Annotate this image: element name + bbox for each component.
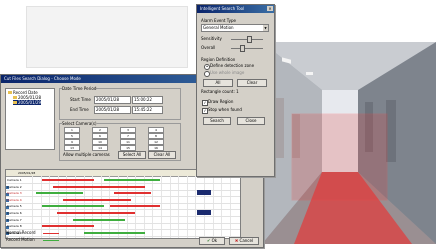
overall-label: Overall <box>201 45 216 50</box>
camera-row-label: Camera 8 <box>7 224 22 229</box>
camera-row-label: Camera 4 <box>7 197 22 202</box>
legend-normal-label: Normal Record <box>6 230 36 235</box>
recording-segment[interactable] <box>114 192 152 195</box>
recording-segment[interactable] <box>62 198 131 201</box>
recording-segment[interactable] <box>110 205 160 208</box>
camera-view <box>262 42 436 244</box>
camera-group-label: Select Camera(s) <box>62 121 97 126</box>
recording-segment[interactable] <box>73 218 125 221</box>
hallway-scene <box>262 42 436 244</box>
close-icon[interactable]: × <box>267 6 273 11</box>
screenshot-frame: Cut Files Search Dialog - Choose Mode × … <box>0 0 438 250</box>
recording-segment[interactable] <box>83 231 146 234</box>
camera-row-label: Camera 2 <box>7 184 22 189</box>
cross-icon: ✖ <box>234 238 239 243</box>
sensitivity-thumb[interactable] <box>246 36 252 43</box>
event-marker[interactable] <box>196 190 211 196</box>
recording-segment[interactable] <box>42 179 94 181</box>
end-time-label: End Time <box>70 107 89 112</box>
recording-segment[interactable] <box>42 225 94 228</box>
region-definition-label: Region Definition <box>201 57 236 62</box>
camera-row-label: Camera 7 <box>7 217 22 222</box>
record-date-tree[interactable]: Record Date 2005/01/28 2005/01/29 <box>5 88 55 150</box>
all-button[interactable]: All <box>203 79 233 87</box>
start-time-label: Start Time <box>70 97 91 102</box>
close-button[interactable]: Close <box>237 117 265 125</box>
recording-segment[interactable] <box>104 179 160 181</box>
camera-checkbox[interactable]: 14 <box>92 145 108 151</box>
sensitivity-label: Sensitivity <box>201 36 222 41</box>
tree-item-date-selected[interactable]: 2005/01/29 <box>13 100 42 105</box>
timeline-row[interactable]: Camera 9 <box>6 230 240 237</box>
folder-icon <box>13 96 17 99</box>
camera-row-label: Camera 6 <box>7 211 22 215</box>
recording-segment[interactable] <box>36 192 84 195</box>
camera-row-label: Camera 3 <box>7 191 22 196</box>
clear-all-button[interactable]: Clear All <box>148 151 176 159</box>
end-date-field[interactable]: 2005/01/28 <box>94 106 131 114</box>
date-time-group-label: Date Time Period <box>62 86 97 91</box>
overall-thumb[interactable] <box>240 45 246 52</box>
recording-segment[interactable] <box>42 205 105 208</box>
select-all-button[interactable]: Select All <box>118 151 146 159</box>
legend-motion-label: Record Motion <box>6 237 35 242</box>
chevron-down-icon[interactable]: ▼ <box>263 25 268 31</box>
rectangle-count: Rectangle count: 1 <box>201 89 239 94</box>
camera-checkbox[interactable]: 13 <box>64 145 80 151</box>
alarm-event-value: General Motion <box>203 25 234 30</box>
detection-zone-rect <box>291 113 388 201</box>
camera-row-label: Camera 1 <box>7 178 22 182</box>
date-time-group: Date Time Period Start Time 2005/01/28 1… <box>59 86 181 120</box>
define-zone-label: Define detection zone <box>210 63 255 68</box>
cancel-button[interactable]: ✖ Cancel <box>229 237 259 245</box>
legend-motion-swatch <box>43 240 59 241</box>
folder-icon <box>13 101 17 104</box>
intelligent-search-title: Intelligent Search Tool <box>200 6 245 11</box>
end-time-field[interactable]: 15:45:22 <box>132 106 163 114</box>
intelligent-search-titlebar[interactable]: Intelligent Search Tool × <box>197 5 274 13</box>
recording-segment[interactable] <box>52 185 146 188</box>
timeline-grid[interactable]: 2005/01/28 Camera 1 Camera 2 Camera 3 Camer… <box>5 169 241 239</box>
legend-normal-swatch <box>43 233 59 234</box>
ok-button[interactable]: ✔ Ok <box>199 237 225 245</box>
search-dialog-title: Cut Files Search Dialog - Choose Mode <box>4 76 81 81</box>
stop-when-found-label: Stop when found <box>208 107 242 112</box>
recording-segment[interactable] <box>56 212 135 214</box>
allow-multi-label: Allow multiple cameras <box>63 152 110 157</box>
draw-region-label: Draw Region <box>208 99 234 104</box>
overall-slider[interactable] <box>231 48 263 49</box>
alarm-event-select[interactable]: General Motion ▼ <box>201 24 269 32</box>
folder-icon <box>8 91 12 94</box>
event-marker[interactable] <box>196 210 211 215</box>
camera-select-group: Select Camera(s) 1 2 3 4 5 6 7 8 9 10 11 12 13 14 15 16… <box>59 121 181 161</box>
alarm-event-label: Alarm Event Type <box>201 18 236 23</box>
search-button[interactable]: Search <box>203 117 231 125</box>
check-icon: ✔ <box>206 238 211 243</box>
background-window <box>26 6 188 68</box>
start-time-field[interactable]: 15:00:22 <box>132 96 163 104</box>
camera-row-label: Camera 5 <box>7 204 22 209</box>
start-date-field[interactable]: 2005/01/28 <box>94 96 131 104</box>
use-whole-image-label: Use whole image <box>210 70 245 75</box>
clear-button[interactable]: Clear <box>237 79 267 87</box>
intelligent-search-window: Intelligent Search Tool × Alarm Event Ty… <box>196 4 275 177</box>
